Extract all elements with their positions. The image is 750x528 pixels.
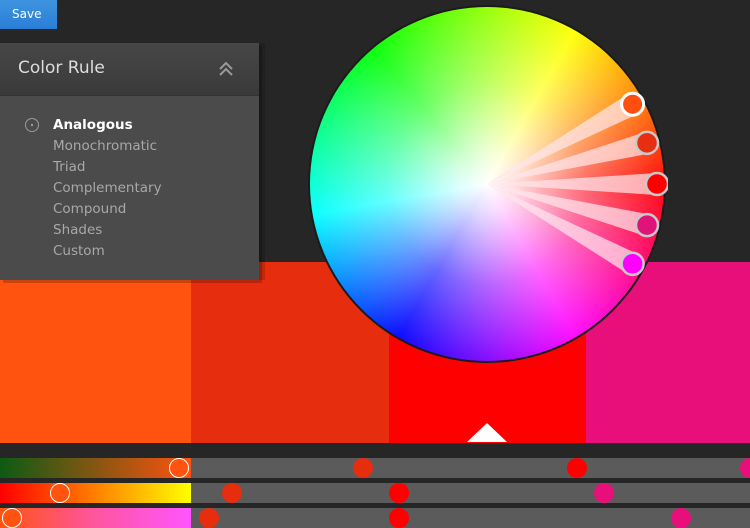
wheel-handle-3[interactable] [644,171,668,197]
slider-brightness[interactable] [0,508,750,528]
rule-label: Analogous [53,117,133,133]
slider-knob-4[interactable] [740,458,750,478]
slider-knob-active[interactable] [50,483,70,503]
rule-monochromatic[interactable]: Monochromatic [0,136,259,157]
rule-complementary[interactable]: Complementary [0,178,259,199]
rule-label: Shades [53,222,103,238]
panel-title: Color Rule [18,58,105,78]
slider-saturation[interactable] [0,483,750,503]
panel-header[interactable]: Color Rule [0,43,259,96]
slider-knob-3[interactable] [566,458,587,478]
wheel-handle-1[interactable] [620,91,646,117]
slider-knob-4[interactable] [671,508,691,528]
handle-beam [487,184,638,274]
rule-label: Custom [53,243,105,259]
slider-knob-3[interactable] [389,508,409,528]
wheel-handle-4[interactable] [634,212,660,238]
save-button[interactable]: Save [0,0,57,29]
rule-label: Triad [53,159,86,175]
wheel-handle-2[interactable] [634,130,660,156]
rule-analogous[interactable]: Analogous [0,115,259,136]
rule-compound[interactable]: Compound [0,199,259,220]
slider-knob-active[interactable] [168,458,189,478]
swatch-1[interactable] [0,262,191,443]
handle-beam [487,94,638,184]
rule-label: Monochromatic [53,138,158,154]
rule-label: Compound [53,201,127,217]
wheel-handles [487,91,668,277]
selected-swatch-indicator [467,423,507,442]
color-rule-panel: Color Rule Analogous Monochromatic Triad… [0,43,259,280]
slider-hue[interactable] [0,458,750,478]
wheel-handle-5[interactable] [620,251,645,277]
color-wheel[interactable] [306,3,668,365]
rule-shades[interactable]: Shades [0,220,259,241]
slider-knob-3[interactable] [389,483,409,503]
rule-triad[interactable]: Triad [0,157,259,178]
slider-knob-2[interactable] [198,508,219,528]
slider-knob-2[interactable] [221,483,242,503]
slider-gradient [0,483,191,503]
radio-selected-icon [25,118,39,132]
slider-knob-4[interactable] [593,483,614,503]
rule-list: Analogous Monochromatic Triad Complement… [0,115,259,262]
rule-custom[interactable]: Custom [0,241,259,262]
rule-label: Complementary [53,180,162,196]
slider-knob-active[interactable] [2,508,22,528]
slider-gradient [0,508,191,528]
slider-gradient [0,458,191,478]
slider-knob-2[interactable] [353,458,373,478]
double-chevron-up-icon[interactable] [217,60,235,78]
